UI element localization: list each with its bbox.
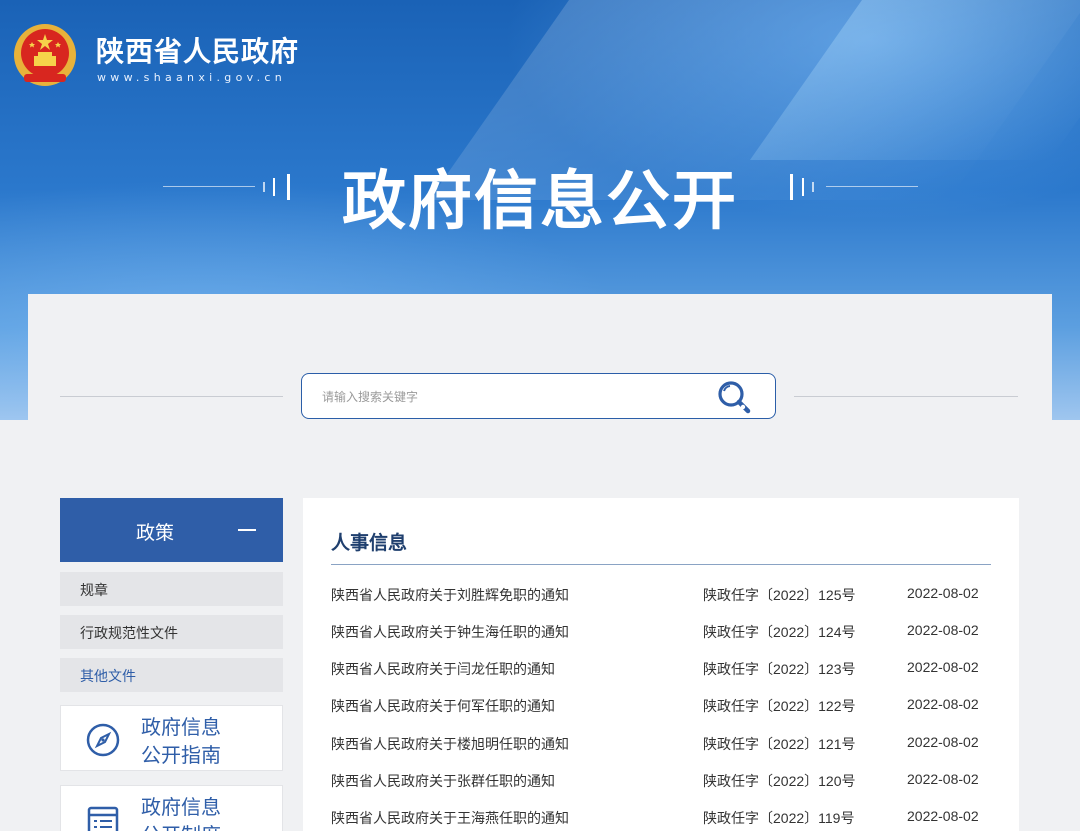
title-decoration-right	[788, 172, 918, 202]
list-item-doc-number: 陕政任字〔2022〕123号	[703, 661, 856, 677]
collapse-icon[interactable]	[238, 529, 256, 531]
list-item-title[interactable]: 陕西省人民政府关于王海燕任职的通知	[331, 808, 569, 828]
list-item-doc-number: 陕政任字〔2022〕120号	[703, 773, 856, 789]
search-divider-left	[60, 396, 283, 397]
list-item-title[interactable]: 陕西省人民政府关于闫龙任职的通知	[331, 659, 555, 679]
section-title: 人事信息	[331, 533, 408, 554]
list-item-title[interactable]: 陕西省人民政府关于楼旭明任职的通知	[331, 734, 569, 754]
list-item[interactable]: 陕西省人民政府关于闫龙任职的通知 陕政任字〔2022〕123号 2022-08-…	[331, 659, 991, 683]
list-item-title[interactable]: 陕西省人民政府关于何军任职的通知	[331, 696, 555, 716]
list-item-date: 2022-08-02	[907, 771, 979, 787]
search-divider-right	[794, 396, 1018, 397]
document-list-icon	[87, 806, 119, 831]
list-item[interactable]: 陕西省人民政府关于张群任职的通知 陕政任字〔2022〕120号 2022-08-…	[331, 771, 991, 795]
list-item[interactable]: 陕西省人民政府关于王海燕任职的通知 陕政任字〔2022〕119号 2022-08…	[331, 808, 991, 831]
list-item[interactable]: 陕西省人民政府关于刘胜辉免职的通知 陕政任字〔2022〕125号 2022-08…	[331, 585, 991, 609]
search-input[interactable]	[322, 386, 702, 408]
quick-link-system[interactable]: 政府信息 公开制度	[60, 785, 283, 831]
list-item-date: 2022-08-02	[907, 659, 979, 675]
section-divider	[331, 564, 991, 565]
list-item-date: 2022-08-02	[907, 585, 979, 601]
list-item-title[interactable]: 陕西省人民政府关于钟生海任职的通知	[331, 622, 569, 642]
list-item[interactable]: 陕西省人民政府关于楼旭明任职的通知 陕政任字〔2022〕121号 2022-08…	[331, 734, 991, 758]
compass-icon	[86, 723, 120, 757]
list-item-title[interactable]: 陕西省人民政府关于张群任职的通知	[331, 771, 555, 791]
sidebar-section-label: 政策	[135, 523, 174, 544]
page-title: 政府信息公开	[342, 165, 738, 239]
list-item-doc-number: 陕政任字〔2022〕121号	[703, 736, 856, 752]
list-item-date: 2022-08-02	[907, 622, 979, 638]
list-item-doc-number: 陕政任字〔2022〕124号	[703, 624, 856, 640]
quick-link-label: 政府信息 公开制度	[141, 797, 221, 831]
sidebar-item-other-documents[interactable]: 其他文件	[60, 658, 283, 692]
quick-link-guide[interactable]: 政府信息 公开指南	[60, 705, 283, 771]
list-item-date: 2022-08-02	[907, 696, 979, 712]
content-list-panel: 人事信息 陕西省人民政府关于刘胜辉免职的通知 陕政任字〔2022〕125号 20…	[303, 498, 1019, 831]
search-icon[interactable]	[716, 379, 754, 415]
list-item-title[interactable]: 陕西省人民政府关于刘胜辉免职的通知	[331, 585, 569, 605]
sidebar-section-policy[interactable]: 政策	[60, 498, 283, 562]
national-emblem-icon[interactable]	[12, 22, 78, 88]
list-item-doc-number: 陕政任字〔2022〕125号	[703, 587, 856, 603]
list-item-date: 2022-08-02	[907, 734, 979, 750]
sidebar-item-normative-documents[interactable]: 行政规范性文件	[60, 615, 283, 649]
list-item-date: 2022-08-02	[907, 808, 979, 824]
site-name[interactable]: 陕西省人民政府	[96, 30, 299, 70]
list-item[interactable]: 陕西省人民政府关于钟生海任职的通知 陕政任字〔2022〕124号 2022-08…	[331, 622, 991, 646]
list-item-doc-number: 陕政任字〔2022〕119号	[703, 810, 855, 826]
site-url: www.shaanxi.gov.cn	[97, 71, 286, 84]
list-item[interactable]: 陕西省人民政府关于何军任职的通知 陕政任字〔2022〕122号 2022-08-…	[331, 696, 991, 720]
sidebar-item-regulations[interactable]: 规章	[60, 572, 283, 606]
quick-link-label: 政府信息 公开指南	[141, 717, 221, 767]
list-item-doc-number: 陕政任字〔2022〕122号	[703, 698, 856, 714]
search-box	[301, 373, 776, 419]
